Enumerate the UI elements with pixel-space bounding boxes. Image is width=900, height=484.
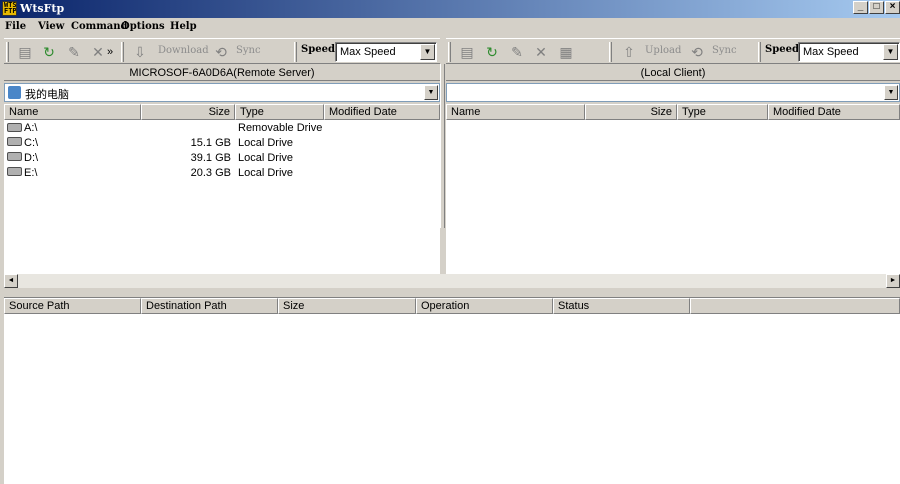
hard-drive-icon [7, 167, 22, 176]
table-row[interactable]: E:\ 20.3 GB Local Drive [4, 166, 440, 181]
local-file-list[interactable]: Name Size Type Modified Date [446, 104, 900, 274]
row-name: E:\ [24, 167, 38, 179]
delete-icon[interactable]: ✕ [532, 43, 550, 61]
toolbar-grip[interactable] [758, 42, 761, 62]
row-type: Removable Drive [238, 122, 323, 134]
column-header-name[interactable]: Name [446, 104, 585, 120]
hard-drive-icon [7, 137, 22, 146]
rename-icon[interactable]: ✎ [508, 43, 526, 61]
table-row[interactable]: A:\ Removable Drive [4, 121, 440, 136]
speed-select[interactable]: Max Speed ▼ [798, 42, 900, 62]
toolbar-grip[interactable] [6, 42, 9, 62]
menu-file[interactable]: File [5, 21, 26, 32]
scroll-left-icon[interactable]: ◄ [4, 274, 18, 288]
upload-icon[interactable]: ⇧ [620, 43, 638, 61]
local-path-select[interactable]: ▼ [446, 83, 900, 102]
menu-help[interactable]: Help [170, 21, 197, 32]
app-logo-icon: WTS FTP [2, 1, 17, 16]
upload-button[interactable]: Upload [645, 45, 681, 56]
hard-drive-icon [7, 152, 22, 161]
column-header-operation[interactable]: Operation [416, 298, 553, 314]
row-size: 15.1 GB [190, 137, 231, 149]
computer-icon [8, 86, 21, 99]
row-name: D:\ [24, 152, 39, 164]
sync-button[interactable]: Sync [712, 45, 737, 56]
maximize-button[interactable]: □ [869, 1, 884, 14]
remote-path-value: 我的电脑 [25, 89, 69, 101]
menu-view[interactable]: View [38, 21, 64, 32]
speed-value: Max Speed [803, 46, 859, 58]
speed-label: Speed [301, 44, 335, 55]
download-button[interactable]: Download [158, 45, 209, 56]
refresh-icon[interactable]: ↻ [483, 43, 501, 61]
toolbar-grip[interactable] [609, 42, 612, 62]
window-title: WtsFtp [20, 2, 65, 15]
view-icon[interactable]: ▦ [557, 43, 575, 61]
column-header-type[interactable]: Type [235, 104, 324, 120]
chevron-down-icon[interactable]: ▼ [420, 44, 435, 60]
removable-drive-icon [7, 123, 22, 132]
speed-label: Speed [765, 44, 799, 55]
transfer-queue[interactable]: Source Path Destination Path Size Operat… [4, 297, 900, 484]
table-row[interactable]: D:\ 39.1 GB Local Drive [4, 151, 440, 166]
column-header-source[interactable]: Source Path [4, 298, 141, 314]
rename-icon[interactable]: ✎ [65, 43, 83, 61]
column-header-destination[interactable]: Destination Path [141, 298, 278, 314]
folder-icon[interactable]: ▤ [16, 43, 34, 61]
speed-select[interactable]: Max Speed ▼ [335, 42, 437, 62]
local-toolbar: ▤ ↻ ✎ ✕ ▦ ⇧ Upload ⟲ Sync Speed Max Spee… [446, 38, 900, 64]
remote-pane-caption: MICROSOF-6A0D6A(Remote Server) [4, 65, 440, 81]
column-header-name[interactable]: Name [4, 104, 141, 120]
table-row[interactable]: C:\ 15.1 GB Local Drive [4, 136, 440, 151]
row-name: A:\ [24, 122, 38, 134]
toolbar-grip[interactable] [448, 42, 451, 62]
menu-command[interactable]: Command [71, 21, 128, 32]
column-header-size[interactable]: Size [141, 104, 235, 120]
sync-button[interactable]: Sync [236, 45, 261, 56]
row-type: Local Drive [238, 152, 294, 164]
menu-bar: File View Command Options Help [0, 18, 900, 36]
remote-path-select[interactable]: 我的电脑 ▼ [4, 83, 440, 102]
remote-toolbar: ▤ ↻ ✎ ✕ » ⇩ Download ⟲ Sync Speed Max Sp… [4, 38, 440, 64]
chevron-down-icon[interactable]: ▼ [424, 85, 438, 100]
column-header-size[interactable]: Size [278, 298, 416, 314]
column-header-type[interactable]: Type [677, 104, 768, 120]
refresh-icon[interactable]: ↻ [40, 43, 58, 61]
close-button[interactable]: × [885, 1, 900, 14]
row-type: Local Drive [238, 167, 294, 179]
local-pane-caption: (Local Client) [446, 65, 900, 81]
row-name: C:\ [24, 137, 39, 149]
column-header-size[interactable]: Size [585, 104, 677, 120]
column-header-status[interactable]: Status [553, 298, 690, 314]
row-size: 39.1 GB [190, 152, 231, 164]
scroll-right-icon[interactable]: ► [886, 274, 900, 288]
download-icon[interactable]: ⇩ [131, 43, 149, 61]
menu-options[interactable]: Options [121, 21, 165, 32]
column-header-modified[interactable]: Modified Date [324, 104, 440, 120]
column-header-filler [690, 298, 900, 314]
chevron-down-icon[interactable]: ▼ [884, 85, 898, 100]
folder-icon[interactable]: ▤ [458, 43, 476, 61]
chevron-down-icon[interactable]: ▼ [883, 44, 898, 60]
speed-value: Max Speed [340, 46, 396, 58]
minimize-button[interactable]: _ [853, 1, 868, 14]
sync-icon[interactable]: ⟲ [688, 43, 706, 61]
title-bar[interactable]: WTS FTP WtsFtp _ □ × [0, 0, 900, 18]
toolbar-overflow-icon[interactable]: » [105, 43, 115, 61]
toolbar-grip[interactable] [121, 42, 124, 62]
column-header-modified[interactable]: Modified Date [768, 104, 900, 120]
pane-splitter[interactable] [440, 64, 445, 228]
toolbar-grip[interactable] [294, 42, 297, 62]
sync-icon[interactable]: ⟲ [212, 43, 230, 61]
horizontal-scrollbar[interactable]: ◄ ► [4, 274, 900, 288]
remote-file-list[interactable]: Name Size Type Modified Date A:\ Removab… [4, 104, 440, 274]
row-type: Local Drive [238, 137, 294, 149]
row-size: 20.3 GB [190, 167, 231, 179]
